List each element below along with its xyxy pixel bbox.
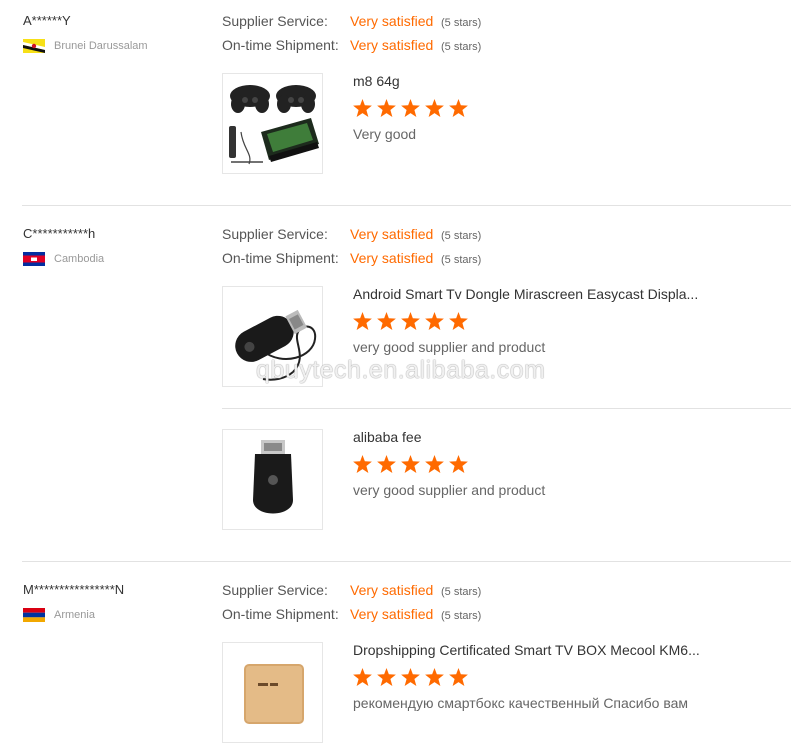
product-rating-stars — [353, 668, 473, 686]
product-rating-stars — [353, 312, 473, 330]
reviewer-name: A******Y — [23, 13, 71, 28]
product-comment: рекомендую смартбокс качественный Спасиб… — [353, 695, 689, 711]
product-item: alibaba fee very good supplier and produ… — [222, 429, 791, 531]
reviewer-country: Armenia — [23, 608, 95, 622]
star-icon — [425, 668, 444, 686]
country-name: Brunei Darussalam — [54, 40, 148, 52]
reviewer-name: M****************N — [23, 582, 125, 597]
ontime-shipment-label: On-time Shipment: — [222, 250, 339, 266]
star-icon — [377, 99, 396, 117]
ontime-shipment-value: Very satisfied — [350, 250, 434, 266]
supplier-service-value: Very satisfied — [350, 582, 434, 598]
supplier-service-stars: (5 stars) — [441, 230, 482, 242]
star-icon — [425, 455, 444, 473]
tv-box-image — [244, 664, 304, 724]
ontime-shipment-row: On-time Shipment: Very satisfied (5 star… — [222, 37, 481, 53]
product-thumbnail[interactable] — [222, 429, 323, 530]
product-item: Dropshipping Certificated Smart TV BOX M… — [222, 642, 791, 744]
supplier-service-value: Very satisfied — [350, 226, 434, 242]
star-icon — [449, 312, 468, 330]
product-title[interactable]: m8 64g — [353, 73, 400, 89]
star-icon — [449, 668, 468, 686]
star-icon — [401, 99, 420, 117]
product-item: Android Smart Tv Dongle Mirascreen Easyc… — [222, 286, 791, 388]
ontime-shipment-stars: (5 stars) — [441, 610, 482, 622]
country-name: Armenia — [54, 609, 95, 621]
anycast-dongle-image — [253, 440, 293, 514]
ontime-shipment-stars: (5 stars) — [441, 41, 482, 53]
ontime-shipment-label: On-time Shipment: — [222, 37, 339, 53]
star-icon — [353, 312, 372, 330]
review-divider — [22, 561, 791, 562]
product-title[interactable]: Dropshipping Certificated Smart TV BOX M… — [353, 642, 700, 658]
product-rating-stars — [353, 455, 473, 473]
ontime-shipment-row: On-time Shipment: Very satisfied (5 star… — [222, 606, 481, 622]
reviewer-name: C***********h — [23, 226, 96, 241]
supplier-service-label: Supplier Service: — [222, 13, 328, 29]
supplier-service-row: Supplier Service: Very satisfied (5 star… — [222, 226, 481, 242]
star-icon — [449, 455, 468, 473]
star-icon — [401, 312, 420, 330]
star-icon — [401, 668, 420, 686]
product-title[interactable]: alibaba fee — [353, 429, 422, 445]
reviewer-country: Cambodia — [23, 252, 104, 266]
ontime-shipment-label: On-time Shipment: — [222, 606, 339, 622]
star-icon — [401, 455, 420, 473]
star-icon — [377, 455, 396, 473]
product-thumbnail[interactable] — [222, 73, 323, 174]
product-comment: very good supplier and product — [353, 339, 546, 355]
product-item: m8 64g Very good — [222, 73, 791, 175]
product-rating-stars — [353, 99, 473, 117]
product-divider — [222, 408, 791, 409]
supplier-service-value: Very satisfied — [350, 13, 434, 29]
ontime-shipment-value: Very satisfied — [350, 606, 434, 622]
cambodia-flag-icon — [23, 252, 45, 266]
product-thumbnail[interactable] — [222, 642, 323, 743]
anycast-dongle-cable-image — [235, 309, 317, 381]
star-icon — [353, 668, 372, 686]
star-icon — [377, 312, 396, 330]
game-console-gamepads-image — [229, 85, 319, 165]
ontime-shipment-stars: (5 stars) — [441, 254, 482, 266]
supplier-service-row: Supplier Service: Very satisfied (5 star… — [222, 13, 481, 29]
star-icon — [425, 312, 444, 330]
star-icon — [425, 99, 444, 117]
supplier-service-row: Supplier Service: Very satisfied (5 star… — [222, 582, 481, 598]
product-comment: Very good — [353, 126, 417, 142]
star-icon — [353, 455, 372, 473]
review-divider — [22, 205, 791, 206]
supplier-service-stars: (5 stars) — [441, 17, 482, 29]
brunei-flag-icon — [23, 39, 45, 53]
product-comment: very good supplier and product — [353, 482, 546, 498]
star-icon — [353, 99, 372, 117]
product-thumbnail[interactable] — [222, 286, 323, 387]
ontime-shipment-value: Very satisfied — [350, 37, 434, 53]
country-name: Cambodia — [54, 253, 105, 265]
ontime-shipment-row: On-time Shipment: Very satisfied (5 star… — [222, 250, 481, 266]
supplier-service-stars: (5 stars) — [441, 586, 482, 598]
supplier-service-label: Supplier Service: — [222, 226, 328, 242]
star-icon — [377, 668, 396, 686]
star-icon — [449, 99, 468, 117]
product-title[interactable]: Android Smart Tv Dongle Mirascreen Easyc… — [353, 286, 698, 302]
armenia-flag-icon — [23, 608, 45, 622]
supplier-service-label: Supplier Service: — [222, 582, 328, 598]
reviewer-country: Brunei Darussalam — [23, 39, 148, 53]
